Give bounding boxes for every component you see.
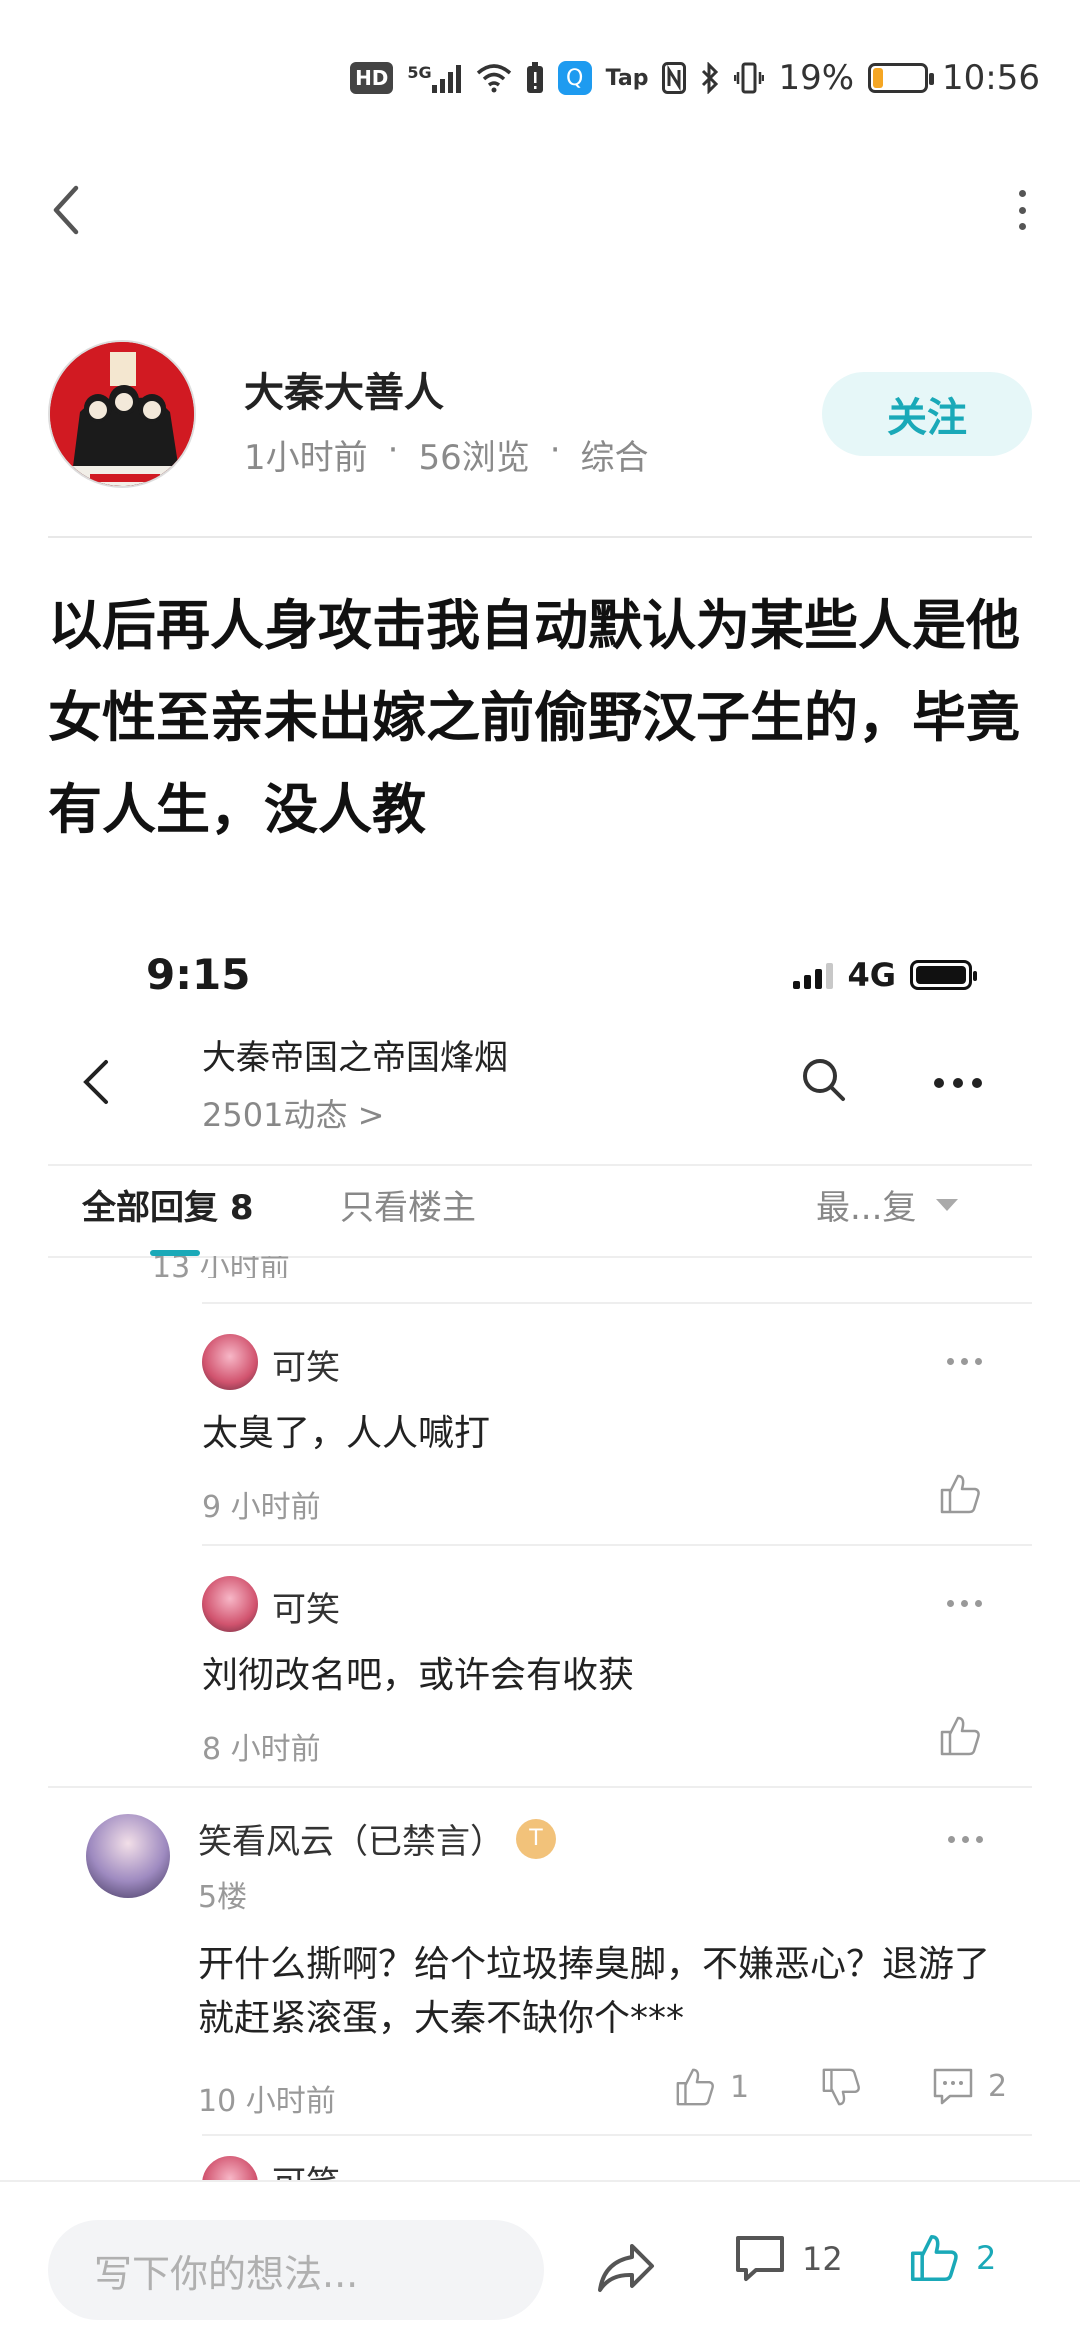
image-reply-time: 9 小时前 [202, 1490, 321, 1525]
battery-percent: 19% [778, 58, 855, 98]
image-thumbs-up-icon [676, 2068, 714, 2106]
image-reply-name: 可笑 [272, 1348, 340, 1388]
image-sort-dropdown: 最...复 [816, 1180, 959, 1229]
hd-call-icon: HD [350, 62, 394, 94]
image-clock: 9:15 [146, 950, 251, 999]
image-divider [202, 1544, 1032, 1546]
author-name[interactable]: 大秦大善人 [244, 360, 444, 418]
comment-input[interactable]: 写下你的想法... [48, 2220, 544, 2320]
image-thumbs-up-icon [938, 1714, 982, 1758]
post-meta: 1小时前 · 56浏览 · 综合 [244, 430, 649, 479]
image-floor-time: 10 小时前 [198, 2084, 336, 2119]
post-image[interactable]: 9:15 4G 大秦帝国之帝国烽烟 2501动态 > 全部回复 8 只看楼主 最… [48, 930, 1032, 2182]
image-floor-text: 开什么撕啊？给个垃圾捧臭脚，不嫌恶心？退游了就赶紧滚蛋，大秦不缺你个*** [198, 1944, 991, 2039]
image-divider [48, 1164, 1032, 1166]
image-reply-avatar [202, 1576, 258, 1632]
image-floor-name-row: 笑看风云（已禁言） T [198, 1814, 556, 1863]
like-count: 2 [976, 2239, 997, 2277]
image-thumbs-up-icon [938, 1472, 982, 1516]
image-reply-text: 太臭了，人人喊打 [202, 1413, 491, 1454]
signal-icon: 5G [407, 63, 461, 93]
image-status-icons: 4G [793, 956, 977, 994]
post-time: 1小时前 [244, 438, 368, 478]
taptap-icon: Tap [605, 65, 649, 91]
thumbs-up-icon [910, 2234, 958, 2282]
image-signal-icon [793, 961, 834, 989]
comment-count: 12 [802, 2240, 843, 2278]
image-sort-label: 最...复 [816, 1188, 917, 1228]
image-reply: 可笑 太臭了，人人喊打 9 小时前 [202, 1334, 1012, 1525]
image-floor-comments: 2 [932, 2066, 1007, 2106]
image-tab-op-only: 只看楼主 [340, 1188, 476, 1228]
bottom-action-bar: 写下你的想法... 12 2 [0, 2180, 1080, 2340]
like-button[interactable]: 2 [908, 2232, 996, 2284]
image-chevron-down-icon [936, 1198, 959, 1211]
image-forum-posts: 2501动态 > [202, 1096, 385, 1134]
image-floor-like-count: 1 [730, 2069, 750, 2105]
image-floor-number: 5楼 [198, 1880, 248, 1915]
qq-browser-icon: Q [557, 61, 592, 95]
wifi-icon [476, 63, 512, 93]
comment-icon [736, 2236, 784, 2281]
alert-icon [526, 62, 544, 94]
post-category[interactable]: 综合 [581, 430, 649, 479]
image-divider [202, 2134, 1032, 2136]
bluetooth-icon [700, 62, 720, 94]
image-network-type: 4G [847, 956, 896, 994]
image-forum-name: 大秦帝国之帝国烽烟 [202, 1038, 508, 1078]
image-floor-avatar [86, 1814, 170, 1898]
image-cut-off-row: 13 小时前 [152, 1256, 972, 1278]
image-reply-name: 可笑 [272, 1590, 340, 1630]
image-floor-post: 笑看风云（已禁言） T 5楼 开什么撕啊？给个垃圾捧臭脚，不嫌恶心？退游了就赶紧… [48, 1790, 1032, 2150]
image-back-icon [78, 1056, 114, 1108]
image-more-icon [934, 1078, 982, 1088]
meta-separator: · [549, 430, 561, 470]
divider [48, 536, 1032, 538]
image-reply-text: 刘彻改名吧，或许会有收获 [202, 1655, 635, 1696]
image-reply-more-icon [947, 1600, 982, 1607]
meta-separator: · [387, 430, 399, 470]
image-reply-time: 8 小时前 [202, 1732, 321, 1767]
comment-input-placeholder: 写下你的想法... [94, 2251, 359, 2296]
image-reply-avatar [202, 1334, 258, 1390]
post-views: 56浏览 [418, 438, 530, 478]
image-floor-likes: 1 [674, 2066, 749, 2108]
image-cut-off-time: 13 小时前 [152, 1256, 290, 1278]
image-battery-icon [910, 960, 977, 990]
image-comment-icon [933, 2068, 973, 2105]
clock: 10:56 [942, 58, 1040, 98]
nfc-icon [662, 62, 687, 94]
image-divider [202, 1302, 1032, 1304]
post-title: 以后再人身攻击我自动默认为某些人是他女性至亲未出嫁之前偷野汉子生的，毕竟有人生，… [48, 594, 1020, 841]
status-bar: HD 5G Q Tap 19% 10:56 [350, 52, 1040, 104]
image-user-badge-icon: T [516, 1818, 556, 1859]
image-tab-all-replies: 全部回复 8 [82, 1188, 254, 1228]
back-icon[interactable] [44, 180, 88, 240]
image-divider [48, 1786, 1032, 1788]
follow-button[interactable]: 关注 [822, 372, 1032, 456]
image-reply-more-icon [947, 1358, 982, 1365]
more-options-icon[interactable] [1016, 190, 1028, 230]
vibrate-icon [734, 62, 765, 94]
image-floor-comment-count: 2 [988, 2068, 1008, 2104]
image-reply: 可笑 刘彻改名吧，或许会有收获 8 小时前 [202, 1576, 1012, 1767]
image-floor-more-icon [948, 1836, 983, 1843]
image-search-icon [800, 1056, 848, 1104]
image-peek-avatar [202, 2156, 258, 2182]
image-peek-name: 可笑 [272, 2156, 340, 2182]
battery-icon [868, 63, 935, 93]
share-icon[interactable] [596, 2240, 656, 2296]
network-type: 5G [407, 63, 432, 82]
image-thumbs-down-icon [820, 2066, 862, 2108]
author-avatar[interactable] [48, 340, 196, 488]
comment-button[interactable]: 12 [734, 2234, 843, 2284]
image-floor-name: 笑看风云（已禁言） [198, 1822, 504, 1862]
